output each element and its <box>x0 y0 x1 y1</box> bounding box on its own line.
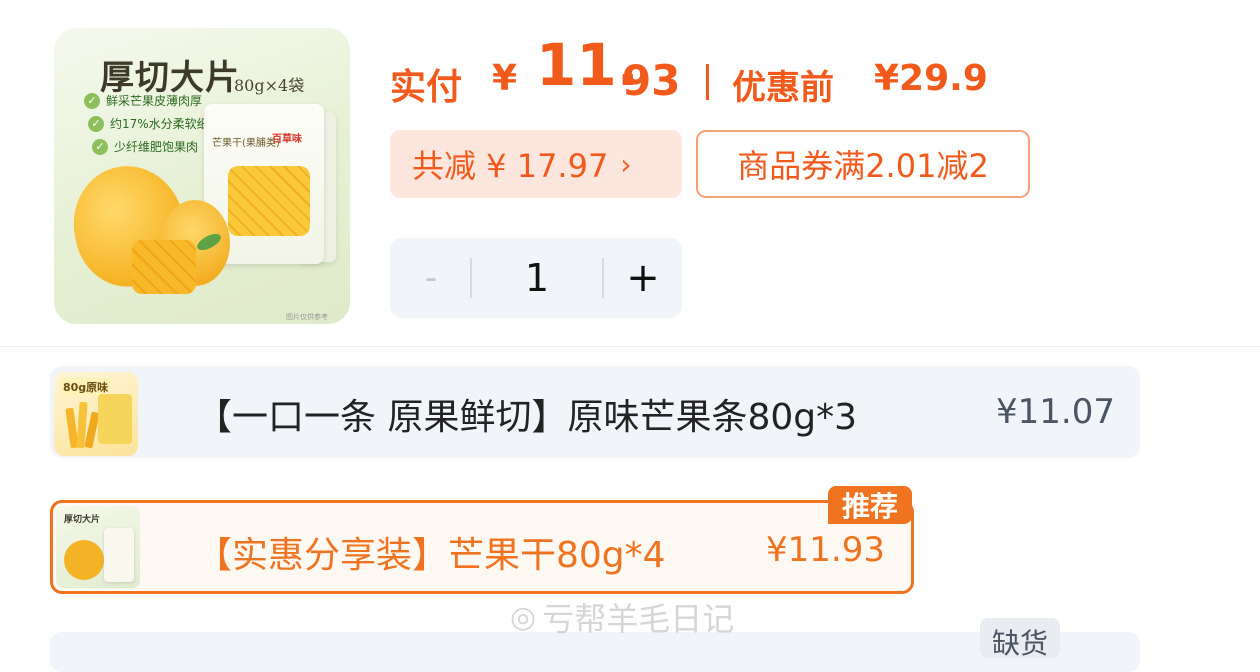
pay-label: 实付 <box>390 67 463 108</box>
total-discount-button[interactable]: 共减 ¥ 17.97 › <box>390 130 682 198</box>
pay-currency: ¥ <box>492 58 518 99</box>
image-footnote: 图片仅供参考 <box>286 313 328 321</box>
bag-mango-graphic <box>228 166 310 236</box>
variant-thumbnail: 80g原味 <box>54 372 138 456</box>
mango-graphic <box>64 540 104 580</box>
recommend-badge: 推荐 <box>828 486 912 524</box>
watermark-text: 亏帮羊毛日记 <box>542 600 735 638</box>
mango-cubes-graphic <box>132 240 196 294</box>
variant-name: 【实惠分享装】芒果干80g*4 <box>196 535 666 576</box>
total-discount-label: 共减 ¥ 17.97 <box>412 147 609 185</box>
out-of-stock-badge: 缺货 <box>980 618 1060 660</box>
thumbnail-label: 厚切大片 <box>64 515 101 525</box>
original-price-label: 优惠前 <box>732 68 834 108</box>
package-graphic <box>104 528 134 582</box>
variant-thumbnail: 厚切大片 <box>56 506 140 588</box>
bag-label: 芒果干(果脯类) <box>212 138 280 149</box>
variant-price: ¥11.93 <box>766 530 885 570</box>
weibo-logo-icon: ◎ <box>510 599 537 635</box>
decrement-button[interactable]: - <box>390 238 472 318</box>
brand-logo: 百草味 <box>272 134 302 145</box>
product-image-spec: 80g×4袋 <box>234 76 305 95</box>
check-icon: ✓ <box>84 92 100 109</box>
variant-price: ¥11.07 <box>996 392 1115 432</box>
original-price: ¥29.9 <box>874 58 988 99</box>
price-separator <box>706 64 709 100</box>
chevron-right-icon: › <box>620 147 632 181</box>
quantity-input[interactable]: 1 <box>472 238 602 318</box>
section-divider <box>0 346 1260 347</box>
variant-name: 【一口一条 原果鲜切】原味芒果条80g*3 <box>196 397 858 438</box>
coupon-tag[interactable]: 商品券满2.01减2 <box>696 130 1030 198</box>
check-icon: ✓ <box>88 115 104 132</box>
watermark: ◎ 亏帮羊毛日记 <box>510 594 734 640</box>
check-icon: ✓ <box>92 138 108 155</box>
increment-button[interactable]: + <box>604 238 682 318</box>
pay-price-decimal: 93 <box>622 56 681 105</box>
package-graphic <box>98 394 132 444</box>
